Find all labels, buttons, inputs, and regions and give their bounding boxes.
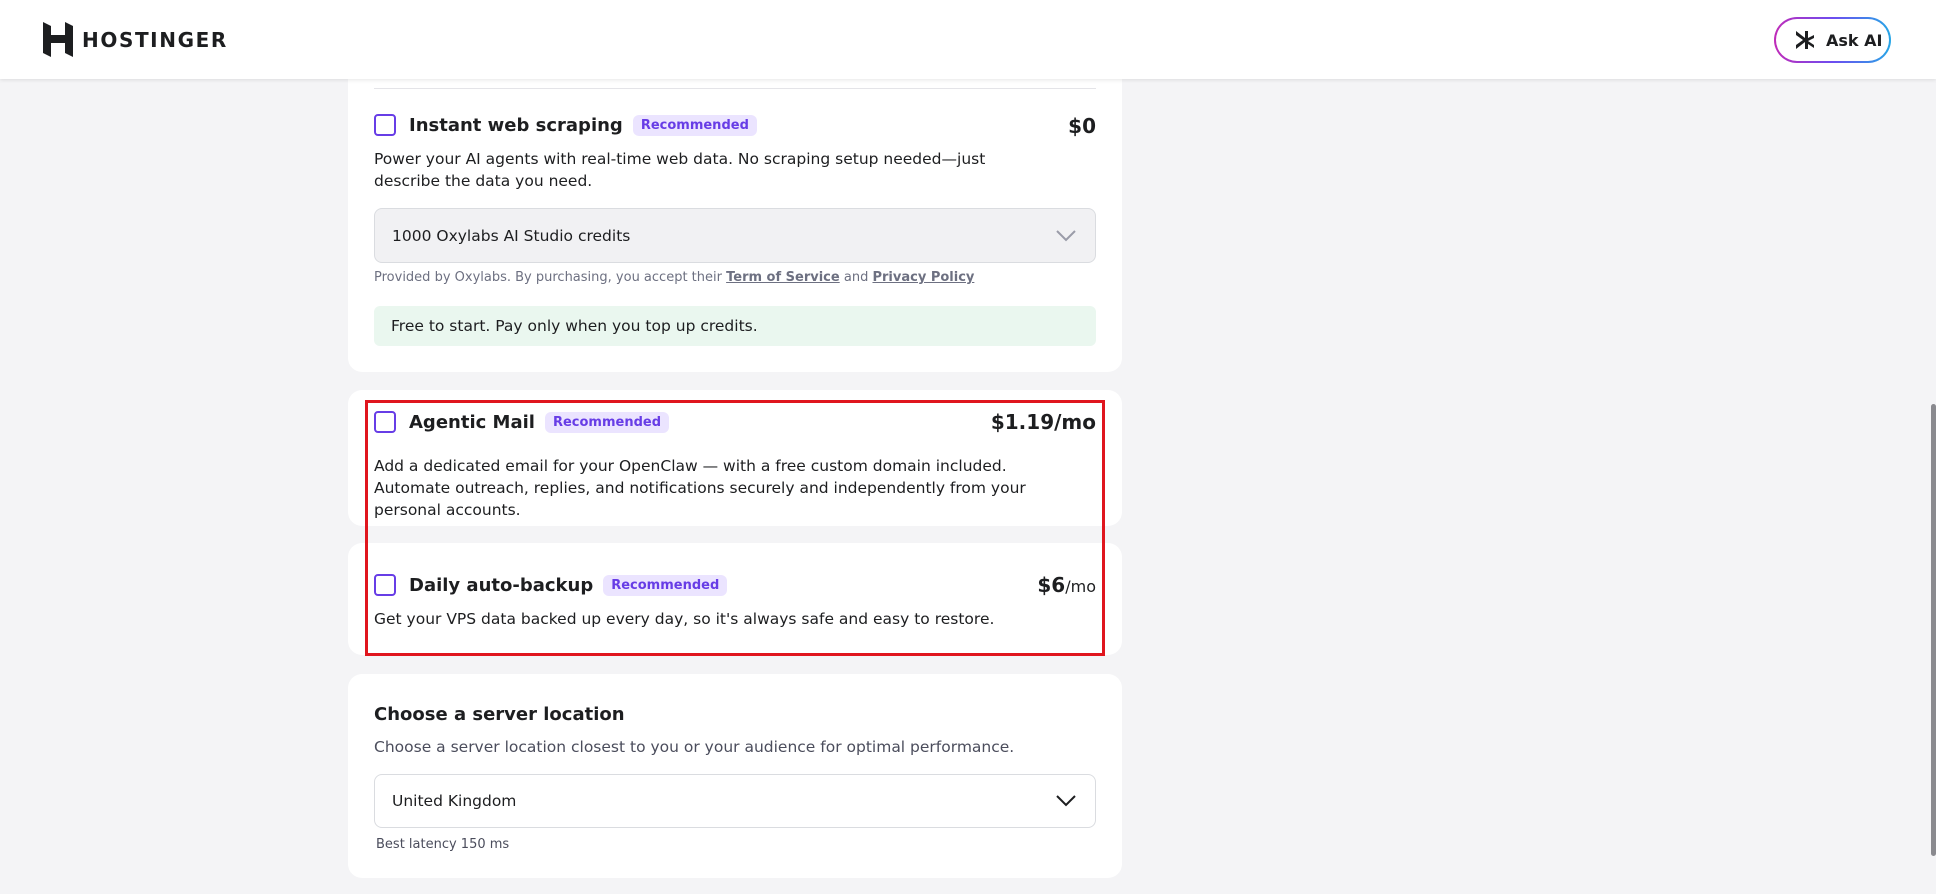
server-location-value: United Kingdom	[392, 792, 517, 810]
top-header: HOSTINGER Ask AI	[0, 0, 1936, 79]
daily-backup-price: $6/mo	[1037, 573, 1096, 597]
credits-select-value: 1000 Oxylabs AI Studio credits	[392, 226, 631, 245]
daily-backup-card: Daily auto-backup Recommended $6/mo Get …	[348, 543, 1122, 655]
privacy-policy-link[interactable]: Privacy Policy	[872, 270, 974, 285]
agentic-mail-title: Agentic Mail	[409, 411, 535, 433]
server-location-card: Choose a server location Choose a server…	[348, 674, 1122, 878]
recommended-badge: Recommended	[544, 411, 670, 433]
daily-backup-header: Daily auto-backup Recommended	[374, 574, 1096, 596]
hostinger-logo-icon	[43, 22, 73, 57]
server-location-title: Choose a server location	[374, 704, 625, 725]
agentic-mail-description: Add a dedicated email for your OpenClaw …	[374, 457, 1026, 519]
web-scraping-price: $0	[1068, 114, 1096, 138]
credits-select[interactable]: 1000 Oxylabs AI Studio credits	[374, 208, 1096, 263]
terms-of-service-link[interactable]: Term of Service	[726, 270, 840, 285]
server-location-select[interactable]: United Kingdom	[374, 774, 1096, 828]
daily-backup-description: Get your VPS data backed up every day, s…	[374, 610, 995, 628]
recommended-badge: Recommended	[603, 574, 728, 596]
web-scraping-card: Instant web scraping Recommended $0 Powe…	[348, 40, 1122, 372]
provider-terms: Provided by Oxylabs. By purchasing, you …	[374, 270, 974, 285]
agentic-mail-checkbox[interactable]	[374, 411, 396, 433]
recommended-badge: Recommended	[632, 114, 757, 136]
daily-backup-price-amount: $6	[1037, 573, 1066, 597]
ask-ai-button-inner: Ask AI	[1776, 19, 1889, 61]
logo-text: HOSTINGER	[82, 27, 228, 52]
agentic-mail-price: $1.19/mo	[991, 410, 1096, 434]
ai-sparkle-icon	[1796, 31, 1814, 49]
ask-ai-label: Ask AI	[1826, 30, 1883, 50]
latency-text: Best latency 150 ms	[376, 837, 510, 852]
chevron-down-icon	[1056, 229, 1076, 241]
web-scraping-title: Instant web scraping	[409, 114, 623, 136]
agentic-mail-card: Agentic Mail Recommended $1.19/mo Add a …	[348, 390, 1122, 526]
section-divider	[374, 88, 1096, 89]
chevron-down-icon	[1056, 795, 1076, 807]
agentic-mail-price-unit: /mo	[1054, 410, 1096, 434]
web-scraping-header: Instant web scraping Recommended	[374, 114, 1096, 136]
ask-ai-button[interactable]: Ask AI	[1774, 17, 1891, 63]
daily-backup-title: Daily auto-backup	[409, 574, 594, 596]
and-text: and	[843, 270, 869, 285]
web-scraping-description: Power your AI agents with real-time web …	[374, 150, 986, 190]
daily-backup-checkbox[interactable]	[374, 574, 396, 596]
web-scraping-checkbox[interactable]	[374, 114, 396, 136]
server-location-subtitle: Choose a server location closest to you …	[374, 738, 1015, 756]
credits-info-box: Free to start. Pay only when you top up …	[374, 306, 1096, 346]
hostinger-logo[interactable]: HOSTINGER	[43, 22, 228, 57]
agentic-mail-header: Agentic Mail Recommended	[374, 411, 1096, 433]
agentic-mail-price-amount: $1.19	[990, 410, 1055, 434]
scrollbar-thumb[interactable]	[1931, 404, 1936, 856]
daily-backup-price-unit: /mo	[1065, 577, 1096, 596]
provider-text: Provided by Oxylabs. By purchasing, you …	[374, 270, 722, 285]
